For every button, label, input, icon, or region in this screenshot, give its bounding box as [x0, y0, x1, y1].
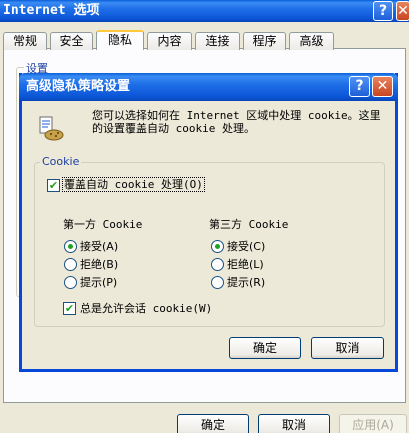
outer-help-button[interactable]: ?	[373, 1, 393, 21]
dialog-title: 高级隐私策略设置	[19, 73, 398, 101]
dialog-close-button[interactable]: ✕	[372, 76, 393, 97]
third-party-heading: 第三方 Cookie	[209, 218, 289, 231]
tab-advanced[interactable]: 高级	[289, 32, 334, 50]
outer-ok-button[interactable]: 确定	[177, 414, 249, 433]
tab-general[interactable]: 常规	[3, 32, 47, 50]
dialog-help-button[interactable]: ?	[349, 76, 370, 97]
outer-cancel-button[interactable]: 取消	[258, 414, 330, 433]
tab-security[interactable]: 安全	[50, 32, 93, 50]
override-auto-label[interactable]: 覆盖自动 cookie 处理(O)	[62, 177, 205, 192]
outer-window-title: Internet 选项	[0, 0, 409, 22]
first-party-accept-label[interactable]: 接受(A)	[80, 240, 118, 253]
tab-connections[interactable]: 连接	[195, 32, 240, 50]
tab-strip: 常规 安全 隐私 内容 连接 程序 高级	[0, 30, 409, 50]
third-party-block-label[interactable]: 拒绝(L)	[227, 258, 264, 271]
tab-programs[interactable]: 程序	[243, 32, 286, 50]
first-party-block-radio[interactable]	[64, 258, 77, 271]
outer-close-button[interactable]: ✕	[396, 1, 409, 21]
session-cookie-label[interactable]: 总是允许会话 cookie(W)	[80, 302, 212, 315]
dialog-cancel-button[interactable]: 取消	[311, 337, 384, 359]
first-party-accept-radio[interactable]	[64, 240, 77, 253]
third-party-prompt-radio[interactable]	[211, 276, 224, 289]
outer-apply-button[interactable]: 应用(A)	[339, 414, 407, 433]
tab-privacy[interactable]: 隐私	[96, 30, 144, 50]
dialog-description: 您可以选择如何在 Internet 区域中处理 cookie。这里的设置覆盖自动…	[92, 109, 381, 135]
dialog-ok-button[interactable]: 确定	[229, 337, 301, 359]
cookie-group-label: Cookie	[40, 155, 82, 168]
tab-content[interactable]: 内容	[147, 32, 192, 50]
override-auto-checkbox[interactable]: ✔	[47, 179, 60, 192]
third-party-block-radio[interactable]	[211, 258, 224, 271]
first-party-prompt-label[interactable]: 提示(P)	[80, 276, 117, 289]
third-party-prompt-label[interactable]: 提示(R)	[227, 276, 265, 289]
privacy-cookie-icon	[39, 116, 64, 141]
third-party-accept-label[interactable]: 接受(C)	[227, 240, 265, 253]
first-party-prompt-radio[interactable]	[64, 276, 77, 289]
third-party-accept-radio[interactable]	[211, 240, 224, 253]
first-party-heading: 第一方 Cookie	[63, 218, 143, 231]
session-cookie-checkbox[interactable]: ✔	[63, 302, 76, 315]
first-party-block-label[interactable]: 拒绝(B)	[80, 258, 118, 271]
